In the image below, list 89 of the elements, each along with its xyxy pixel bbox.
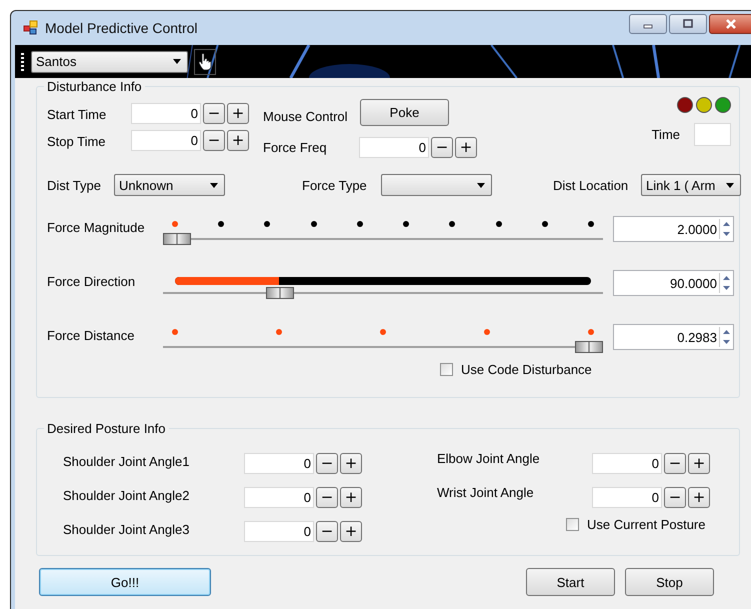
action-button[interactable]: Stop — [625, 568, 714, 596]
number-field[interactable]: 0 — [244, 487, 314, 508]
dropdown[interactable]: Link 1 ( Arm — [641, 174, 741, 196]
slider-thumb[interactable] — [163, 233, 191, 245]
field-label: Time — [652, 127, 680, 142]
tick-mark — [496, 221, 502, 227]
maximize-button[interactable] — [669, 14, 707, 34]
field-label: Shoulder Joint Angle1 — [63, 454, 190, 469]
checkbox-label[interactable]: Use Code Disturbance — [461, 362, 592, 377]
window-title: Model Predictive Control — [45, 20, 198, 36]
number-field[interactable]: 0 — [359, 136, 429, 158]
number-field[interactable]: 0 — [592, 487, 662, 508]
increment-button[interactable]: + — [227, 130, 249, 151]
tick-mark — [484, 329, 490, 335]
decrement-button[interactable]: − — [203, 130, 225, 151]
caret-icon — [477, 182, 485, 188]
tick-mark — [172, 221, 178, 227]
slider-thumb[interactable] — [266, 287, 294, 299]
increment-button[interactable]: + — [340, 453, 362, 474]
tick-mark — [542, 221, 548, 227]
increment-button[interactable]: + — [227, 103, 249, 124]
tick-mark — [276, 329, 282, 335]
tick-mark — [310, 221, 317, 227]
number-field[interactable]: 0 — [244, 453, 314, 474]
increment-button[interactable]: + — [455, 136, 477, 158]
decrement-button[interactable]: − — [316, 521, 338, 542]
tick-mark — [218, 221, 224, 227]
caret-icon — [173, 59, 181, 64]
field-label: Mouse Control — [263, 109, 349, 124]
slider-label: Force Direction — [47, 274, 136, 289]
slider-thumb[interactable] — [575, 341, 603, 353]
tick-mark — [380, 329, 386, 335]
decrement-button[interactable]: − — [664, 487, 686, 508]
app-icon — [23, 20, 39, 36]
number-field[interactable]: 0 — [131, 103, 201, 124]
group-title: Disturbance Info — [44, 79, 145, 94]
checkbox[interactable] — [440, 363, 453, 376]
field-label: Stop Time — [47, 134, 107, 149]
field-label: Elbow Joint Angle — [437, 451, 541, 466]
field-label: Force Freq — [263, 140, 328, 154]
number-spinner[interactable]: 90.0000 — [613, 270, 734, 296]
tick-mark — [172, 329, 178, 335]
increment-button[interactable]: + — [688, 453, 710, 474]
minimize-button[interactable] — [629, 14, 667, 34]
increment-button[interactable]: + — [340, 487, 362, 508]
slider-label: Force Magnitude — [47, 220, 146, 235]
field-label: Shoulder Joint Angle2 — [63, 488, 190, 503]
tick-mark — [356, 221, 363, 227]
dropdown[interactable] — [381, 174, 492, 196]
decrement-button[interactable]: − — [203, 103, 225, 124]
increment-button[interactable]: + — [688, 487, 710, 508]
slider-label: Force Distance — [47, 328, 136, 343]
field-label: Force Type — [302, 178, 368, 192]
field-label: Start Time — [47, 107, 108, 122]
number-field[interactable]: 0 — [131, 130, 201, 151]
maximize-icon — [682, 19, 694, 29]
field-label: Shoulder Joint Angle3 — [63, 522, 190, 537]
checkbox[interactable] — [566, 518, 579, 531]
number-field[interactable]: 0 — [592, 453, 662, 474]
caret-icon — [210, 182, 218, 188]
decrement-button[interactable]: − — [664, 453, 686, 474]
caret-icon — [726, 182, 734, 188]
tick-mark — [264, 221, 270, 227]
field-label: Wrist Joint Angle — [437, 485, 535, 500]
increment-button[interactable]: + — [340, 521, 362, 542]
hand-cursor-button[interactable] — [194, 48, 216, 74]
close-icon — [724, 18, 738, 30]
checkbox-label[interactable]: Use Current Posture — [587, 517, 706, 532]
grip-icon[interactable] — [21, 52, 24, 70]
field-label: Dist Type — [47, 178, 102, 192]
group-title: Desired Posture Info — [44, 421, 169, 436]
profile-dropdown[interactable]: Santos — [31, 50, 188, 72]
poke-button[interactable]: Poke — [360, 99, 449, 126]
number-field[interactable]: 0 — [244, 521, 314, 542]
tick-mark — [588, 221, 594, 227]
number-spinner[interactable]: 0.2983 — [613, 324, 734, 350]
tick-mark — [449, 221, 456, 227]
action-button[interactable]: Go!!! — [39, 568, 211, 596]
decrement-button[interactable]: − — [431, 136, 453, 158]
decrement-button[interactable]: − — [316, 453, 338, 474]
tick-mark — [403, 221, 410, 227]
close-button[interactable] — [709, 14, 751, 34]
decrement-button[interactable]: − — [316, 487, 338, 508]
field-label: Dist Location — [553, 178, 630, 192]
number-spinner[interactable]: 2.0000 — [613, 216, 734, 242]
dropdown[interactable]: Unknown — [114, 174, 225, 196]
action-button[interactable]: Start — [526, 568, 615, 596]
time-field[interactable] — [694, 123, 731, 146]
tick-mark — [588, 329, 594, 335]
